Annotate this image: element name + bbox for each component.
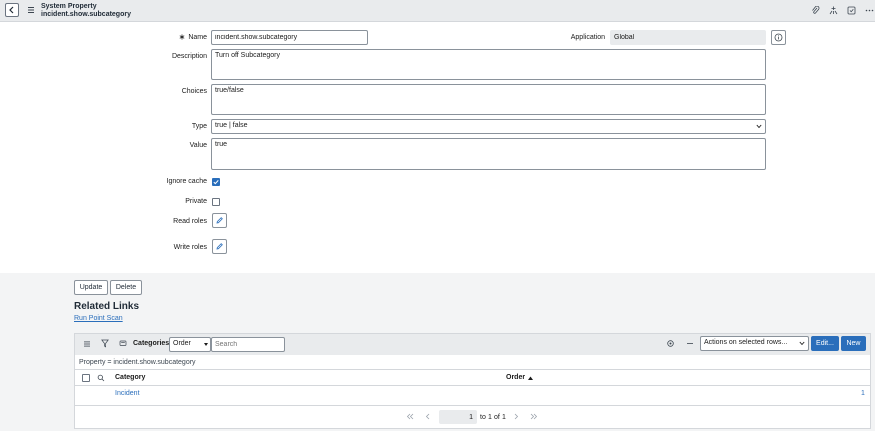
ignore-cache-checkbox[interactable]: [212, 178, 220, 186]
application-info-button[interactable]: [771, 30, 786, 45]
write-roles-label: Write roles: [173, 244, 207, 251]
list-menu-icon[interactable]: [83, 340, 91, 350]
chevron-down-icon: [756, 124, 762, 129]
list-title: Categories: [133, 340, 170, 347]
paperclip-icon[interactable]: [811, 5, 820, 15]
divider: [75, 385, 870, 386]
type-label: Type: [191, 123, 207, 130]
pencil-icon: [216, 217, 223, 224]
related-links-heading: Related Links: [74, 301, 140, 312]
personalize-icon[interactable]: [847, 6, 856, 15]
delete-button[interactable]: Delete: [110, 280, 142, 295]
list-actions-value: Actions on selected rows...: [704, 339, 788, 346]
column-header-category[interactable]: Category: [115, 374, 145, 381]
checkmark-icon: [213, 180, 219, 185]
update-button[interactable]: Update: [74, 280, 108, 295]
value-field[interactable]: true: [211, 138, 766, 170]
collapse-list-icon[interactable]: [686, 339, 694, 350]
page-title: System Property: [41, 3, 97, 10]
table-row-category-link[interactable]: Incident: [115, 390, 140, 397]
write-roles-edit-button[interactable]: [212, 239, 227, 254]
activity-icon[interactable]: [829, 6, 838, 15]
column-header-order[interactable]: Order: [506, 374, 525, 381]
last-page-icon[interactable]: [530, 413, 538, 422]
pager-range-end: 1: [488, 414, 492, 421]
record-name: incident.show.subcategory: [41, 11, 131, 18]
form-header: [0, 0, 875, 22]
sort-select[interactable]: Order: [169, 337, 211, 352]
name-label: Name: [188, 34, 207, 41]
back-button[interactable]: [5, 3, 19, 17]
name-field[interactable]: [211, 30, 368, 45]
list-breadcrumb[interactable]: Property = incident.show.subcategory: [79, 359, 196, 366]
show-groups-icon[interactable]: [119, 339, 127, 350]
column-search-icon[interactable]: [97, 374, 105, 384]
first-page-icon[interactable]: [406, 413, 414, 422]
table-row-order[interactable]: 1: [861, 390, 865, 397]
type-select[interactable]: true | false: [211, 119, 766, 134]
application-label: Application: [570, 34, 605, 41]
info-icon: [774, 33, 783, 42]
context-menu-icon[interactable]: [27, 6, 35, 14]
filter-icon[interactable]: [101, 339, 109, 350]
ignore-cache-label: Ignore cache: [166, 178, 207, 185]
pager-of-text: of: [494, 414, 500, 421]
chevron-down-icon: [799, 341, 805, 346]
pencil-icon: [216, 243, 223, 250]
description-field[interactable]: Turn off Subcategory: [211, 49, 766, 80]
application-field[interactable]: [610, 30, 766, 45]
run-point-scan-link[interactable]: Run Point Scan: [74, 315, 123, 322]
select-all-checkbox[interactable]: [82, 374, 90, 382]
page-number-input[interactable]: [439, 410, 477, 424]
pager-to-text: to: [480, 414, 486, 421]
choices-label: Choices: [181, 88, 207, 95]
chevron-left-icon: [9, 6, 14, 14]
previous-page-icon[interactable]: [425, 413, 431, 422]
pager-total: 1: [502, 414, 506, 421]
choices-field[interactable]: true/false: [211, 84, 766, 115]
more-options-icon[interactable]: [865, 6, 874, 15]
private-label: Private: [185, 198, 207, 205]
divider: [75, 369, 870, 370]
next-page-icon[interactable]: [513, 413, 519, 422]
sort-ascending-icon: [528, 375, 533, 382]
private-checkbox[interactable]: [212, 198, 220, 206]
type-select-value: true | false: [215, 122, 248, 129]
read-roles-label: Read roles: [173, 218, 207, 225]
list-actions-select[interactable]: Actions on selected rows...: [700, 336, 809, 351]
list-search-input[interactable]: [211, 337, 285, 352]
divider: [75, 405, 870, 406]
description-label: Description: [171, 53, 207, 60]
caret-down-icon: [204, 343, 208, 346]
list-settings-icon[interactable]: [666, 339, 675, 350]
value-label: Value: [189, 142, 207, 149]
sort-select-value: Order: [173, 340, 191, 347]
read-roles-edit-button[interactable]: [212, 213, 227, 228]
edit-list-button[interactable]: Edit...: [811, 336, 839, 351]
new-record-button[interactable]: New: [841, 336, 866, 351]
